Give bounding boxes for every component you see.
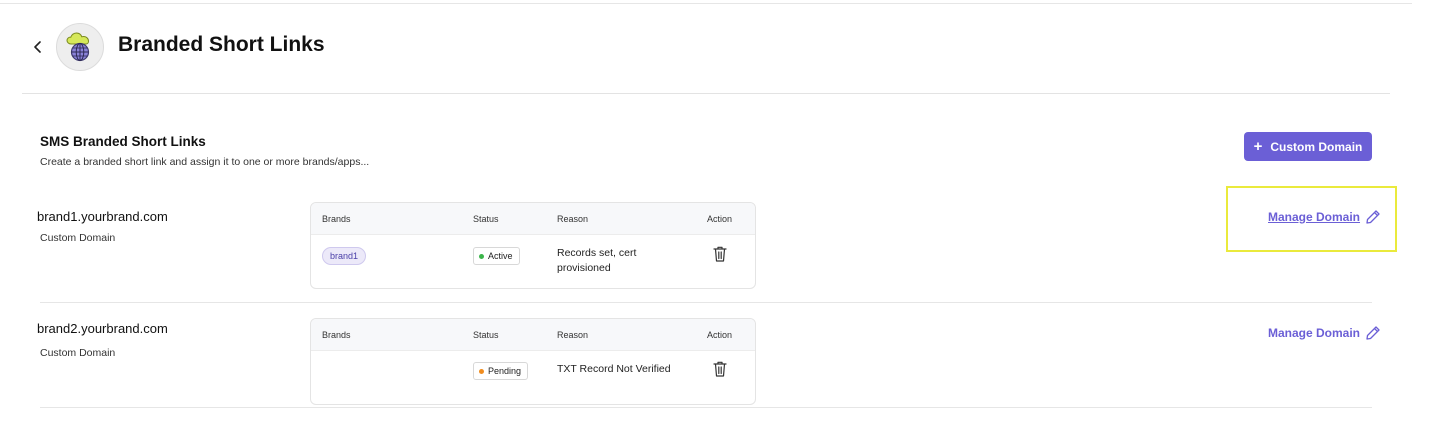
domain-brands-table: Brands Status Reason Action Pending TXT … <box>310 318 756 405</box>
back-button[interactable] <box>28 36 48 58</box>
table-header-row: Brands Status Reason Action <box>311 319 755 351</box>
reason-text: TXT Record Not Verified <box>557 363 671 375</box>
domain-type: Custom Domain <box>40 232 116 244</box>
add-custom-domain-label: Custom Domain <box>1270 139 1363 154</box>
top-divider <box>0 3 1412 4</box>
status-badge: Active <box>473 247 520 265</box>
trash-icon[interactable] <box>712 360 728 378</box>
domain-name: brand1.yourbrand.com <box>37 209 168 224</box>
manage-domain-label: Manage Domain <box>1268 326 1361 340</box>
header-divider <box>22 93 1390 94</box>
plus-icon: + <box>1253 138 1263 155</box>
column-header-action: Action <box>707 330 733 340</box>
table-header-row: Brands Status Reason Action <box>311 203 755 235</box>
reason-text: Records set, cert provisioned <box>557 247 637 274</box>
status-badge: Pending <box>473 362 529 380</box>
page-title: Branded Short Links <box>118 33 325 56</box>
add-custom-domain-button[interactable]: + Custom Domain <box>1244 132 1372 161</box>
cloud-globe-icon <box>66 32 90 62</box>
status-label: Pending <box>488 366 522 376</box>
status-label: Active <box>488 251 513 261</box>
column-header-status: Status <box>473 330 499 340</box>
section-subtitle: Create a branded short link and assign i… <box>40 156 370 168</box>
domain-name: brand2.yourbrand.com <box>37 321 168 336</box>
domain-brands-table: Brands Status Reason Action brand1 Activ… <box>310 202 756 289</box>
section-title: SMS Branded Short Links <box>40 134 206 149</box>
trash-icon[interactable] <box>712 245 728 263</box>
pencil-icon <box>1366 326 1380 340</box>
column-header-reason: Reason <box>557 214 589 224</box>
column-header-action: Action <box>707 214 733 224</box>
row-divider <box>40 302 1372 303</box>
column-header-brands: Brands <box>322 330 351 340</box>
column-header-reason: Reason <box>557 330 589 340</box>
status-active-dot-icon <box>479 253 484 259</box>
domain-type: Custom Domain <box>40 347 116 359</box>
row-divider <box>40 407 1372 408</box>
manage-domain-link[interactable]: Manage Domain <box>1268 325 1381 341</box>
highlight-box <box>1226 186 1397 252</box>
app-logo <box>56 23 104 71</box>
chevron-left-icon <box>34 41 41 53</box>
status-pending-dot-icon <box>479 368 484 374</box>
column-header-status: Status <box>473 214 499 224</box>
column-header-brands: Brands <box>322 214 351 224</box>
brand-tag: brand1 <box>322 247 367 265</box>
